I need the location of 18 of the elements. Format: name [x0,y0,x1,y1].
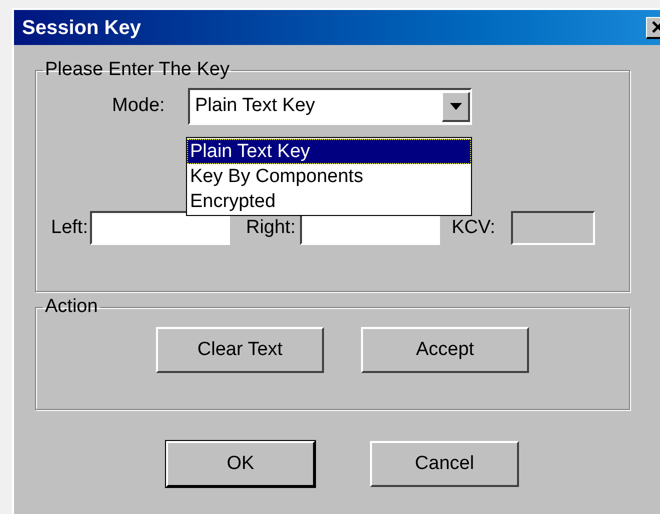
group-title: Action [44,296,99,318]
window-title: Session Key [22,16,142,40]
field-label: KCV: [452,216,496,240]
push-button[interactable]: Accept [361,327,529,373]
push-button[interactable]: Clear Text [156,327,324,373]
dropdown-option[interactable]: Plain Text Key [187,139,471,164]
group-title: Please Enter The Key [44,59,230,81]
mode-label: Mode: [112,94,166,118]
text-field[interactable] [90,211,230,245]
mode-dropdown[interactable]: Plain Text Key [188,88,472,125]
dropdown-value: Plain Text Key [195,94,316,118]
caret-icon [450,102,462,110]
field-label: Right: [246,216,296,240]
push-button[interactable]: Cancel [370,441,519,487]
dropdown-option[interactable]: Key By Components [187,164,471,189]
dropdown-option[interactable]: Encrypted [187,189,471,214]
field-label: Left: [51,216,88,240]
push-button[interactable]: OK [166,441,315,487]
